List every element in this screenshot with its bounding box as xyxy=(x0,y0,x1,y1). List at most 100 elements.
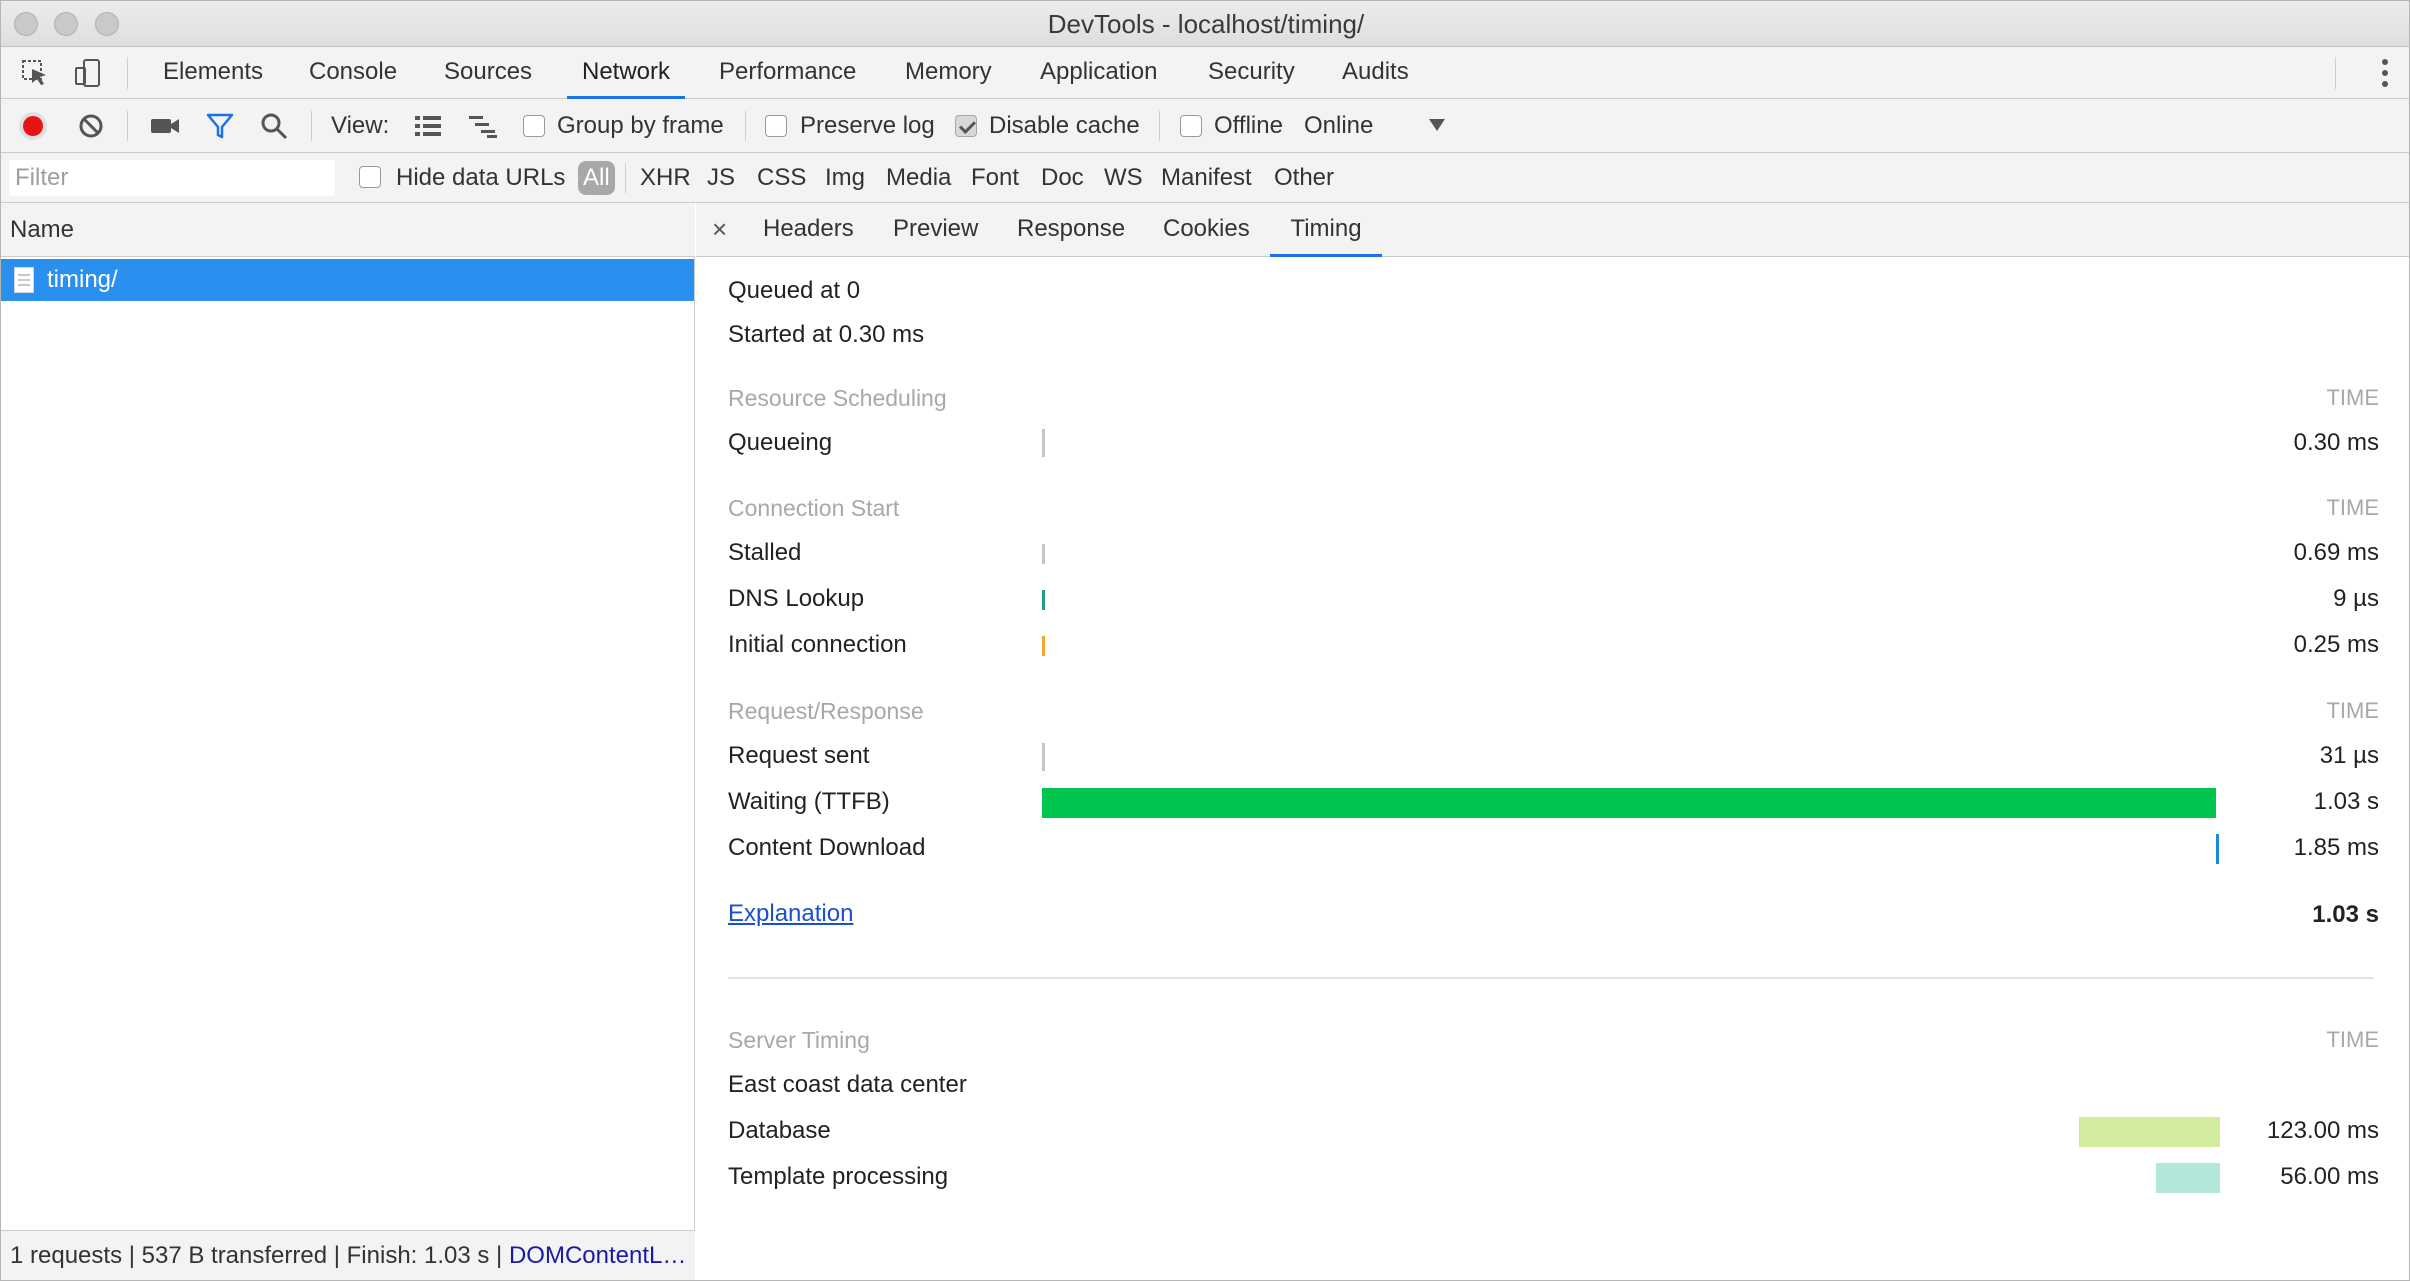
tab-network[interactable]: Network xyxy=(567,47,685,99)
server-timing-value-template: 56.00 ms xyxy=(2280,1163,2379,1190)
title-bar: DevTools - localhost/timing/ xyxy=(1,1,2409,47)
toolbar-divider xyxy=(625,163,626,193)
type-filter-media[interactable]: Media xyxy=(886,161,951,195)
tab-performance[interactable]: Performance xyxy=(719,47,856,99)
group-by-frame-label: Group by frame xyxy=(557,112,724,139)
total-time: 1.03 s xyxy=(2312,901,2379,928)
timing-value-queueing: 0.30 ms xyxy=(2293,429,2379,456)
tab-elements[interactable]: Elements xyxy=(163,47,263,99)
timing-bar-content-download xyxy=(2215,834,2219,864)
more-options-icon[interactable] xyxy=(2381,59,2389,87)
type-filter-doc[interactable]: Doc xyxy=(1041,161,1084,195)
tab-security[interactable]: Security xyxy=(1208,47,1295,99)
queued-at: Queued at 0 xyxy=(728,277,861,304)
timing-value-initial-connection: 0.25 ms xyxy=(2293,631,2379,658)
tab-timing[interactable]: Timing xyxy=(1270,203,1382,257)
tab-response[interactable]: Response xyxy=(1017,203,1125,257)
timing-bar-queueing xyxy=(1042,429,1045,457)
started-at: Started at 0.30 ms xyxy=(728,321,925,348)
section-title-connection-start: Connection Start xyxy=(728,495,900,521)
type-filter-ws[interactable]: WS xyxy=(1104,161,1143,195)
server-timing-value-database: 123.00 ms xyxy=(2266,1117,2379,1144)
capture-screenshots-icon[interactable] xyxy=(149,112,181,140)
timing-value-content-download: 1.85 ms xyxy=(2293,834,2379,861)
chevron-down-icon[interactable] xyxy=(1429,119,1445,131)
large-rows-icon[interactable] xyxy=(413,113,443,139)
toolbar-divider xyxy=(745,111,746,141)
network-toolbar: View: Group by frame Preserve log Disabl… xyxy=(1,99,2409,153)
device-toolbar-icon[interactable] xyxy=(71,57,105,89)
time-column-header: TIME xyxy=(2326,698,2379,723)
section-title-request-response: Request/Response xyxy=(728,698,924,724)
details-tab-bar: × Headers Preview Response Cookies Timin… xyxy=(696,203,2409,257)
filter-input[interactable] xyxy=(9,160,335,196)
waterfall-overview-icon[interactable] xyxy=(467,113,499,139)
tab-application[interactable]: Application xyxy=(1040,47,1157,99)
tab-cookies[interactable]: Cookies xyxy=(1163,203,1250,257)
request-row[interactable]: timing/ xyxy=(1,259,694,301)
window-title: DevTools - localhost/timing/ xyxy=(1047,9,1365,39)
request-name: timing/ xyxy=(47,266,118,293)
group-by-frame-checkbox[interactable] xyxy=(523,115,545,137)
server-timing-label-database: Database xyxy=(728,1117,831,1144)
section-title-resource-scheduling: Resource Scheduling xyxy=(728,385,947,411)
hide-data-urls-label: Hide data URLs xyxy=(396,164,566,191)
offline-label: Offline xyxy=(1214,112,1283,139)
tab-console[interactable]: Console xyxy=(309,47,397,99)
timing-value-request-sent: 31 µs xyxy=(2319,742,2379,769)
type-filter-all[interactable]: All xyxy=(578,161,615,195)
record-button[interactable] xyxy=(19,112,47,140)
server-timing-bar-template xyxy=(2155,1163,2220,1193)
type-filter-font[interactable]: Font xyxy=(971,161,1019,195)
timing-bar-dns-lookup xyxy=(1042,590,1045,610)
toolbar-divider xyxy=(311,111,312,141)
preserve-log-checkbox[interactable] xyxy=(765,115,787,137)
clear-icon[interactable] xyxy=(77,112,105,140)
toolbar-divider xyxy=(1159,111,1160,141)
disable-cache-checkbox[interactable] xyxy=(955,115,977,137)
timing-label-content-download: Content Download xyxy=(728,834,926,861)
type-filter-img[interactable]: Img xyxy=(825,161,865,195)
timing-bar-initial-connection xyxy=(1042,636,1045,656)
timing-label-stalled: Stalled xyxy=(728,539,802,566)
tab-headers[interactable]: Headers xyxy=(763,203,854,257)
network-status-bar: 1 requests | 537 B transferred | Finish:… xyxy=(1,1230,695,1280)
inspect-element-icon[interactable] xyxy=(18,57,52,89)
offline-checkbox[interactable] xyxy=(1180,115,1202,137)
section-divider xyxy=(728,977,2374,979)
server-timing-label-template: Template processing xyxy=(728,1163,949,1190)
network-summary: 1 requests | 537 B transferred | Finish:… xyxy=(10,1242,509,1269)
type-filter-xhr[interactable]: XHR xyxy=(640,161,691,195)
tab-audits[interactable]: Audits xyxy=(1342,47,1409,99)
time-column-header: TIME xyxy=(2326,385,2379,410)
record-icon xyxy=(23,116,43,136)
close-details-icon[interactable]: × xyxy=(712,203,727,257)
tab-sources[interactable]: Sources xyxy=(444,47,532,99)
type-filter-other[interactable]: Other xyxy=(1274,161,1334,195)
name-column-header[interactable]: Name xyxy=(1,203,695,257)
type-filter-manifest[interactable]: Manifest xyxy=(1161,161,1252,195)
timing-value-stalled: 0.69 ms xyxy=(2293,539,2379,566)
tab-preview[interactable]: Preview xyxy=(893,203,978,257)
hide-data-urls-checkbox[interactable] xyxy=(359,166,381,188)
time-column-header: TIME xyxy=(2326,495,2379,520)
request-list: Name timing/ 1 requests | 537 B transfer… xyxy=(1,203,695,1280)
filter-icon[interactable] xyxy=(205,111,235,141)
main-tab-bar: Elements Console Sources Network Perform… xyxy=(1,47,2409,99)
preserve-log-label: Preserve log xyxy=(800,112,935,139)
explanation-link[interactable]: Explanation xyxy=(728,899,853,929)
throttling-select[interactable]: Online xyxy=(1304,111,1373,141)
timing-bar-stalled xyxy=(1042,544,1045,564)
request-details-pane: × Headers Preview Response Cookies Timin… xyxy=(696,203,2409,1280)
toolbar-divider xyxy=(127,57,128,89)
type-filter-js[interactable]: JS xyxy=(707,161,735,195)
type-filter-css[interactable]: CSS xyxy=(757,161,806,195)
timing-value-dns-lookup: 9 µs xyxy=(2333,585,2379,612)
timing-label-request-sent: Request sent xyxy=(728,742,870,769)
document-icon xyxy=(14,267,34,293)
timing-label-dns-lookup: DNS Lookup xyxy=(728,585,865,612)
disable-cache-label: Disable cache xyxy=(989,112,1140,139)
tab-memory[interactable]: Memory xyxy=(905,47,992,99)
search-icon[interactable] xyxy=(259,111,289,141)
toolbar-divider xyxy=(127,111,128,141)
